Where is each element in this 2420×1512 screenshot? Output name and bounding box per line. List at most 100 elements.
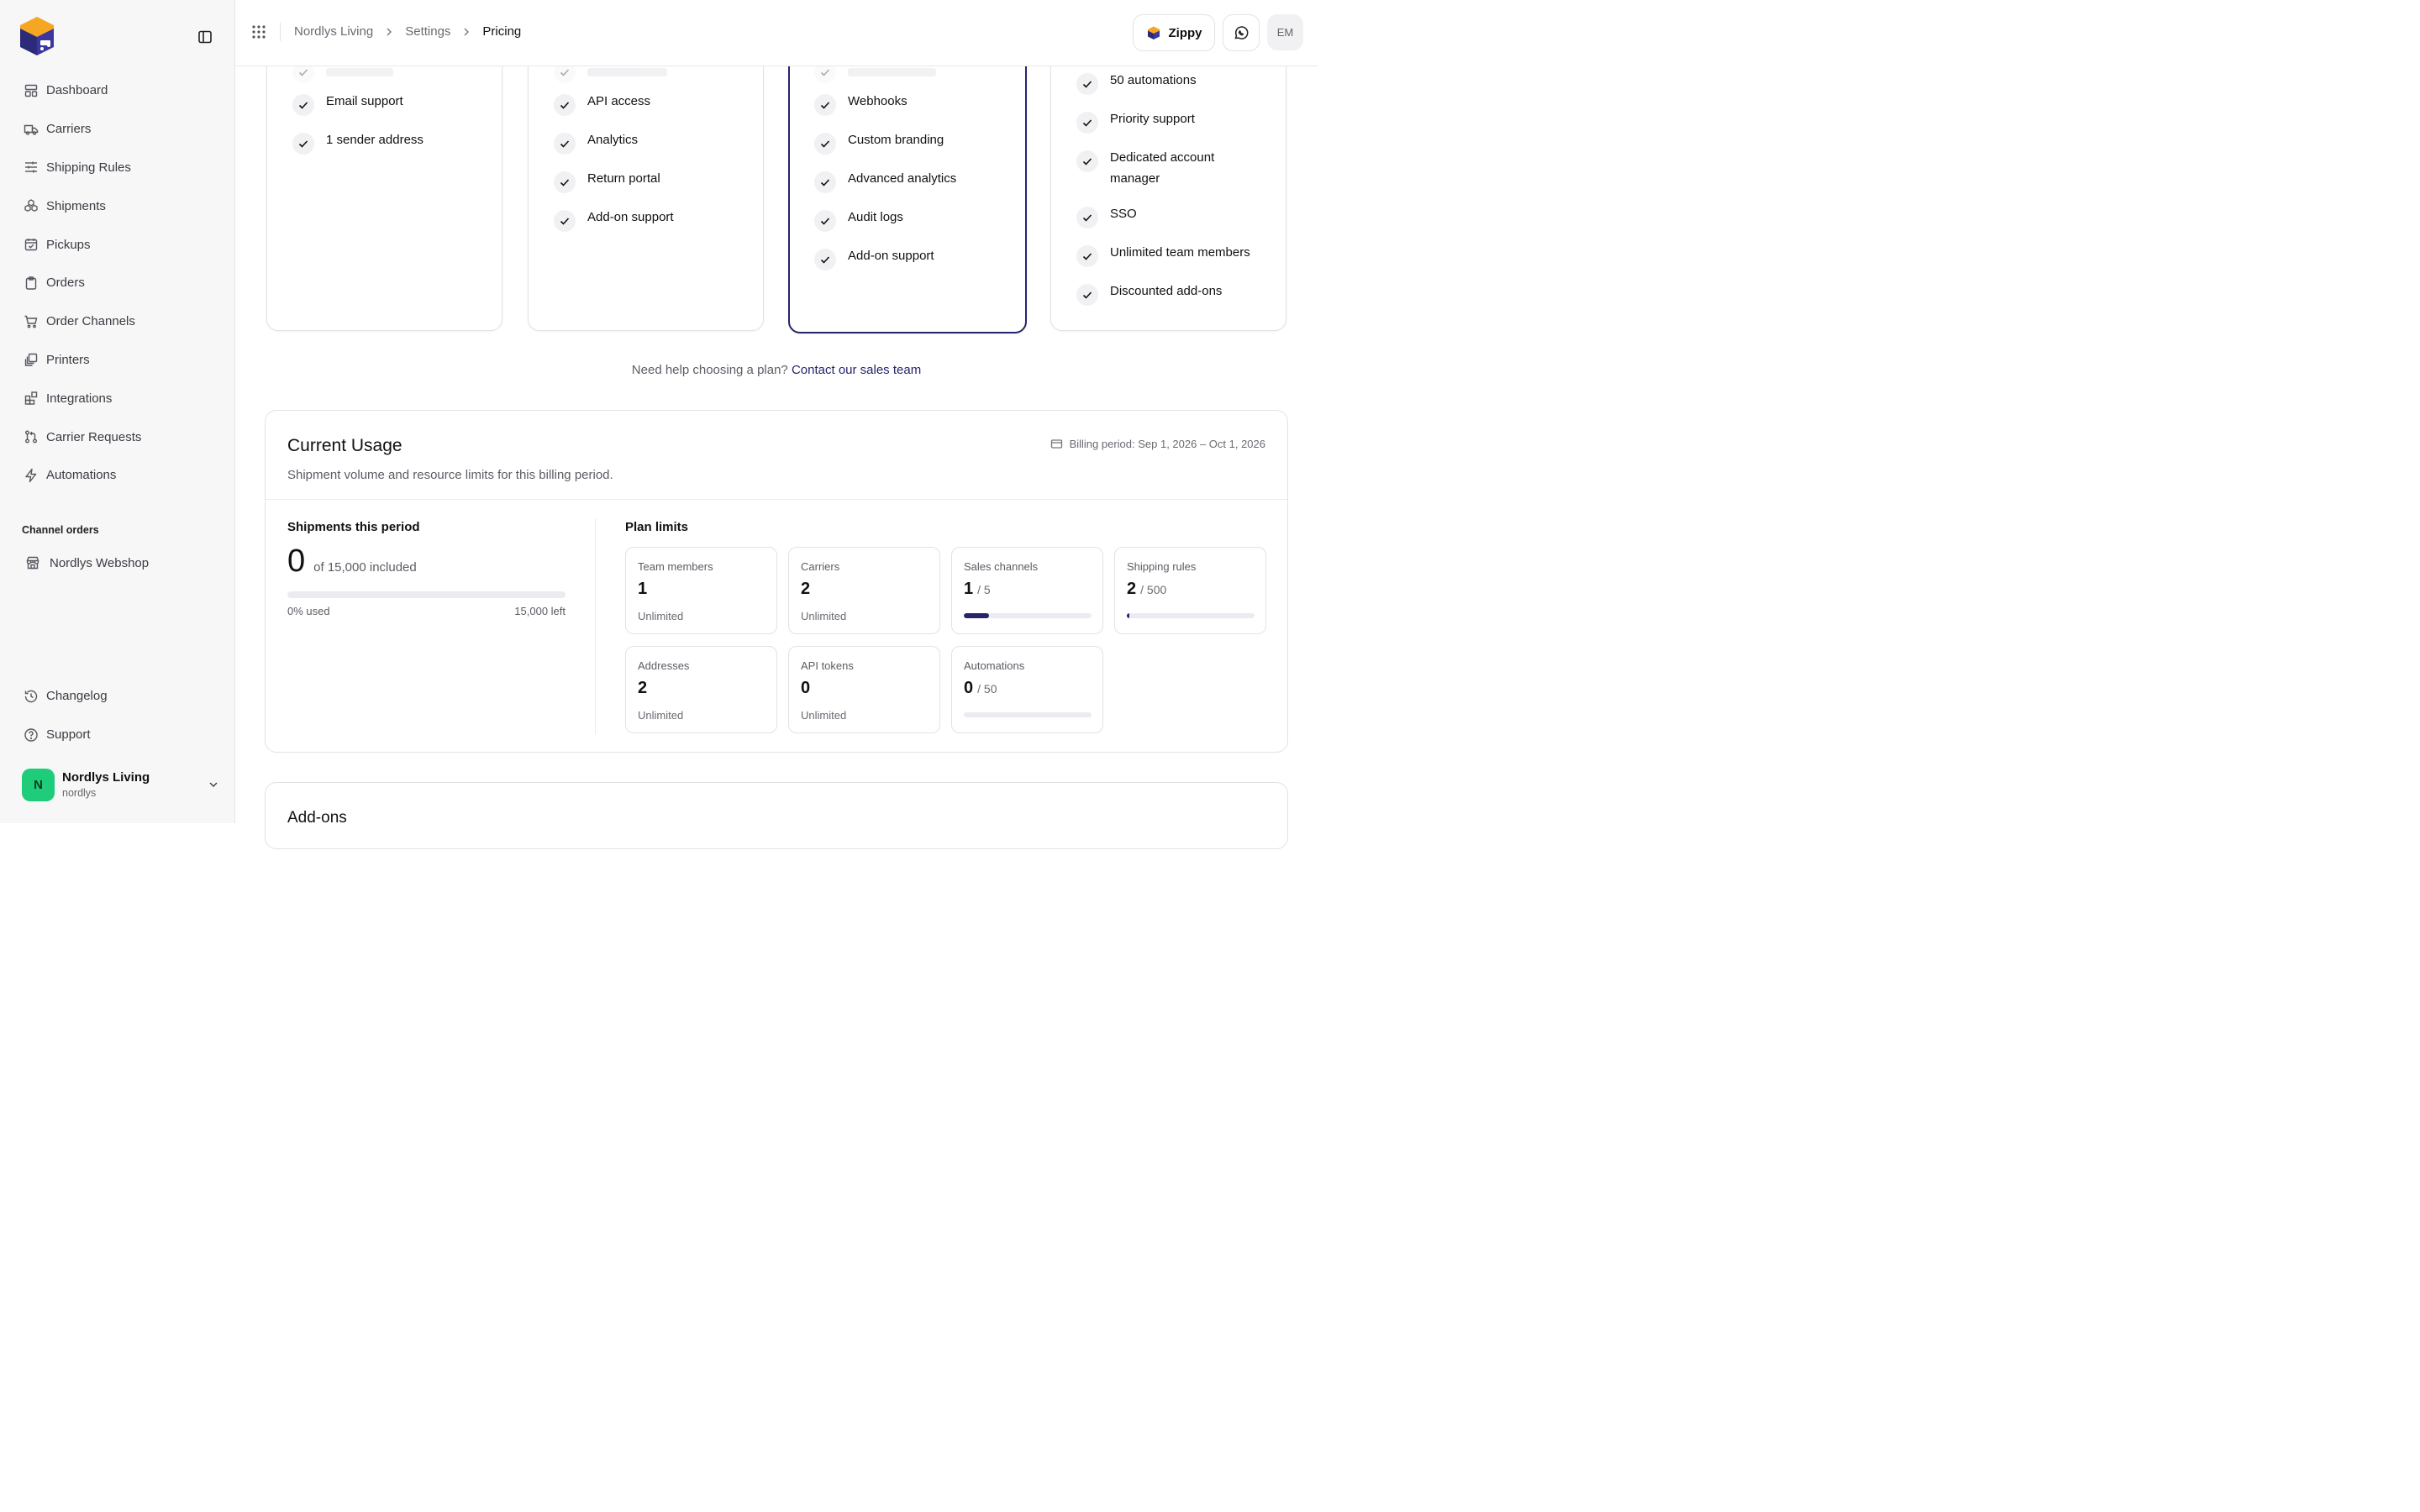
boxes-icon <box>24 198 39 213</box>
plan-feature-label: Advanced analytics <box>848 171 957 186</box>
plan-feature-label: Email support <box>326 94 403 108</box>
plan-feature: Email support <box>292 91 403 116</box>
divider <box>280 23 281 41</box>
sidebar-item-shipments[interactable]: Shipments <box>0 186 234 225</box>
check-icon <box>554 171 576 193</box>
chevron-down-icon <box>207 778 220 791</box>
breadcrumb-item-current: Pricing <box>482 24 522 39</box>
sidebar-item-printers[interactable]: Printers <box>0 341 234 380</box>
sidebar-item-label: Nordlys Webshop <box>50 555 150 570</box>
check-icon <box>814 171 836 193</box>
apps-grid-icon[interactable] <box>251 24 266 39</box>
message-circle-icon <box>1233 24 1249 41</box>
limit-progress-bar <box>964 712 1092 717</box>
account-switcher[interactable]: N Nordlys Living nordlys <box>22 768 220 801</box>
user-avatar[interactable]: EM <box>1267 14 1303 50</box>
sidebar-item-automations[interactable]: Automations <box>0 456 234 495</box>
shipments-included: of 15,000 included <box>313 560 417 575</box>
sidebar-item-label: Support <box>46 727 91 743</box>
calendar-check-icon <box>24 237 39 252</box>
sidebar-item-orders[interactable]: Orders <box>0 264 234 302</box>
history-icon <box>24 689 39 704</box>
limit-value: 1 <box>638 580 647 599</box>
plan-feature-label: Discounted add-ons <box>1110 284 1223 298</box>
plan-feature: Add-on support <box>814 245 934 270</box>
dashboard-icon <box>24 83 39 98</box>
contact-sales-link[interactable]: Contact our sales team <box>792 363 921 377</box>
shipments-used: 0% used <box>287 605 330 617</box>
app-logo[interactable] <box>17 15 57 57</box>
sidebar-item-order-channels[interactable]: Order Channels <box>0 302 234 341</box>
zippy-label: Zippy <box>1168 25 1202 40</box>
zippy-button[interactable]: Zippy <box>1133 14 1215 51</box>
store-icon <box>25 555 40 570</box>
check-icon <box>554 210 576 232</box>
limit-carriers: Carriers 2 Unlimited <box>788 547 940 634</box>
limit-value-number: 0 <box>801 679 811 697</box>
sidebar-item-nordlys-webshop[interactable]: Nordlys Webshop <box>25 553 149 573</box>
limit-progress-fill <box>964 613 990 618</box>
limit-value: 2/ 500 <box>1127 580 1166 599</box>
limit-shipping-rules: Shipping rules 2/ 500 <box>1114 547 1266 634</box>
check-icon <box>814 133 836 155</box>
limit-value-number: 2 <box>638 679 648 697</box>
sidebar-item-integrations[interactable]: Integrations <box>0 379 234 417</box>
sidebar-item-label: Automations <box>46 468 117 483</box>
plan-feature-label: Dedicated account manager <box>1110 150 1215 186</box>
zap-icon <box>24 468 39 483</box>
sidebar-item-carriers[interactable]: Carriers <box>0 110 234 149</box>
plan-feature: Add-on support <box>554 207 674 232</box>
limit-addresses: Addresses 2 Unlimited <box>625 646 777 733</box>
sidebar-item-label: Carrier Requests <box>46 429 142 444</box>
sidebar-toggle-icon[interactable] <box>197 29 213 45</box>
sliders-icon <box>24 160 39 175</box>
breadcrumb-item-org[interactable]: Nordlys Living <box>294 24 373 39</box>
chat-button[interactable] <box>1223 14 1260 51</box>
plan-feature-label: Add-on support <box>587 210 674 224</box>
plan-feature: API access <box>554 91 650 116</box>
limit-value: 2 <box>801 580 810 599</box>
git-pull-request-icon <box>24 429 39 444</box>
sidebar-item-carrier-requests[interactable]: Carrier Requests <box>0 417 234 456</box>
check-icon <box>1076 245 1098 267</box>
section-label-channel-orders: Channel orders <box>22 524 99 536</box>
check-icon <box>1076 150 1098 172</box>
plan-card-4: 50 automations Priority support Dedicate… <box>1050 34 1286 331</box>
sidebar-item-shipping-rules[interactable]: Shipping Rules <box>0 149 234 187</box>
limit-progress-fill <box>1127 613 1130 618</box>
printer-icon <box>24 352 39 367</box>
sidebar-item-changelog[interactable]: Changelog <box>0 677 234 716</box>
limit-api-tokens: API tokens 0 Unlimited <box>788 646 940 733</box>
plan-feature-label: Unlimited team members <box>1110 245 1250 260</box>
shipments-label: Shipments this period <box>287 520 420 534</box>
account-text: Nordlys Living nordlys <box>62 770 207 799</box>
limit-label: API tokens <box>801 659 854 672</box>
plan-feature: Return portal <box>554 168 660 193</box>
clipboard-icon <box>24 276 39 291</box>
billing-period: Billing period: Sep 1, 2026 – Oct 1, 202… <box>1050 438 1265 450</box>
limit-value: 0 <box>801 679 810 698</box>
limit-note: Unlimited <box>638 709 684 722</box>
limit-label: Addresses <box>638 659 690 672</box>
sidebar-item-label: Dashboard <box>46 83 108 98</box>
limit-label: Carriers <box>801 560 840 573</box>
sidebar: Dashboard Carriers Shipping Rules Shipme… <box>0 0 235 823</box>
check-icon <box>292 133 314 155</box>
plan-help-line: Need help choosing a plan? Contact our s… <box>235 363 1318 377</box>
truck-icon <box>24 122 39 137</box>
plan-feature-label: Audit logs <box>848 210 903 224</box>
plan-feature: Dedicated account manager <box>1076 147 1244 189</box>
sidebar-item-support[interactable]: Support <box>0 716 234 754</box>
plan-feature-label: Add-on support <box>848 249 934 263</box>
sidebar-item-dashboard[interactable]: Dashboard <box>0 71 234 110</box>
sidebar-item-label: Integrations <box>46 391 113 406</box>
addons-card: Add-ons <box>265 782 1288 849</box>
breadcrumb-item-settings[interactable]: Settings <box>405 24 450 39</box>
limit-sales-channels: Sales channels 1/ 5 <box>951 547 1103 634</box>
sidebar-item-pickups[interactable]: Pickups <box>0 225 234 264</box>
sidebar-bottom-nav: Changelog Support <box>0 677 234 754</box>
limit-value-number: 2 <box>1127 580 1137 598</box>
check-icon <box>1076 284 1098 306</box>
chevron-right-icon <box>383 26 395 38</box>
chevron-right-icon <box>460 26 472 38</box>
